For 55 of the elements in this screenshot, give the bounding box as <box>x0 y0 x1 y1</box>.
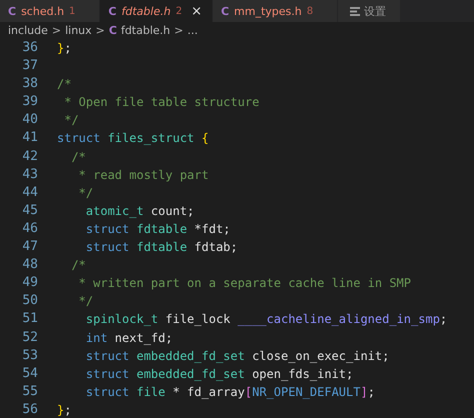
code-line: struct fdtable *fdt; <box>84 220 230 238</box>
line-number: 42 <box>21 148 38 166</box>
breadcrumb-separator: > <box>174 24 184 37</box>
code-line: * Open file table structure <box>63 94 260 112</box>
breadcrumb-item[interactable]: linux <box>65 24 92 37</box>
code-line: */ <box>63 112 79 130</box>
code-line: int next_fd; <box>84 330 173 347</box>
editor-tab[interactable]: C mm_types.h 8 <box>212 0 338 22</box>
editor-tab[interactable]: C sched.h 1 <box>0 0 100 22</box>
line-number: 45 <box>21 202 38 220</box>
breadcrumb-item[interactable]: include <box>8 24 48 37</box>
line-number: 53 <box>21 346 38 365</box>
line-number: 55 <box>21 382 38 401</box>
line-number: 52 <box>21 328 38 346</box>
code-line: struct fdtable fdtab; <box>84 239 238 256</box>
code-line: */ <box>78 184 94 202</box>
breadcrumb-separator: > <box>52 24 62 37</box>
line-number: 38 <box>21 75 38 94</box>
settings-icon <box>350 6 360 16</box>
line-number: 39 <box>21 93 38 112</box>
code-line: */ <box>78 293 94 310</box>
c-file-icon: C <box>108 24 117 37</box>
line-number: 50 <box>21 292 38 310</box>
code-line: * read mostly part <box>78 166 209 184</box>
line-number: 48 <box>21 256 38 274</box>
code-line: struct file * fd_array[NR_OPEN_DEFAULT]; <box>84 384 375 401</box>
line-number: 46 <box>21 220 38 238</box>
code-line: /* <box>70 257 86 274</box>
line-number: 47 <box>21 238 38 256</box>
code-line: }; <box>57 40 72 57</box>
editor-tab[interactable]: C fdtable.h 2 × <box>100 0 213 22</box>
close-button[interactable]: × <box>191 4 202 18</box>
code-line: struct files_struct { <box>57 130 209 148</box>
settings-tab[interactable]: 设置 <box>338 0 402 22</box>
line-number: 41 <box>21 129 38 148</box>
code-line: spinlock_t file_lock ____cacheline_aligned_in_smp; <box>84 311 448 328</box>
code-line: atomic_t count; <box>84 202 194 220</box>
code-line: /* <box>70 148 86 166</box>
line-number: 56 <box>21 400 38 418</box>
line-number: 36 <box>21 39 38 57</box>
line-number: 49 <box>21 274 38 292</box>
code-line: struct embedded_fd_set open_fds_init; <box>84 366 354 383</box>
line-number: 51 <box>21 310 38 328</box>
line-number: 40 <box>21 111 38 130</box>
breadcrumb-item[interactable]: ... <box>187 24 198 37</box>
code-line: * written part on a separate cache line in SMP <box>78 275 412 292</box>
line-number: 54 <box>21 364 38 383</box>
code-line: }; <box>57 402 72 418</box>
code-line: struct embedded_fd_set close_on_exec_init; <box>84 348 390 365</box>
breadcrumb-separator: > <box>96 24 105 37</box>
code-line: /* <box>57 76 72 94</box>
breadcrumb-item[interactable]: fdtable.h <box>120 24 170 37</box>
line-number: 43 <box>21 166 38 184</box>
line-number: 44 <box>21 184 38 202</box>
line-number: 37 <box>21 57 38 76</box>
